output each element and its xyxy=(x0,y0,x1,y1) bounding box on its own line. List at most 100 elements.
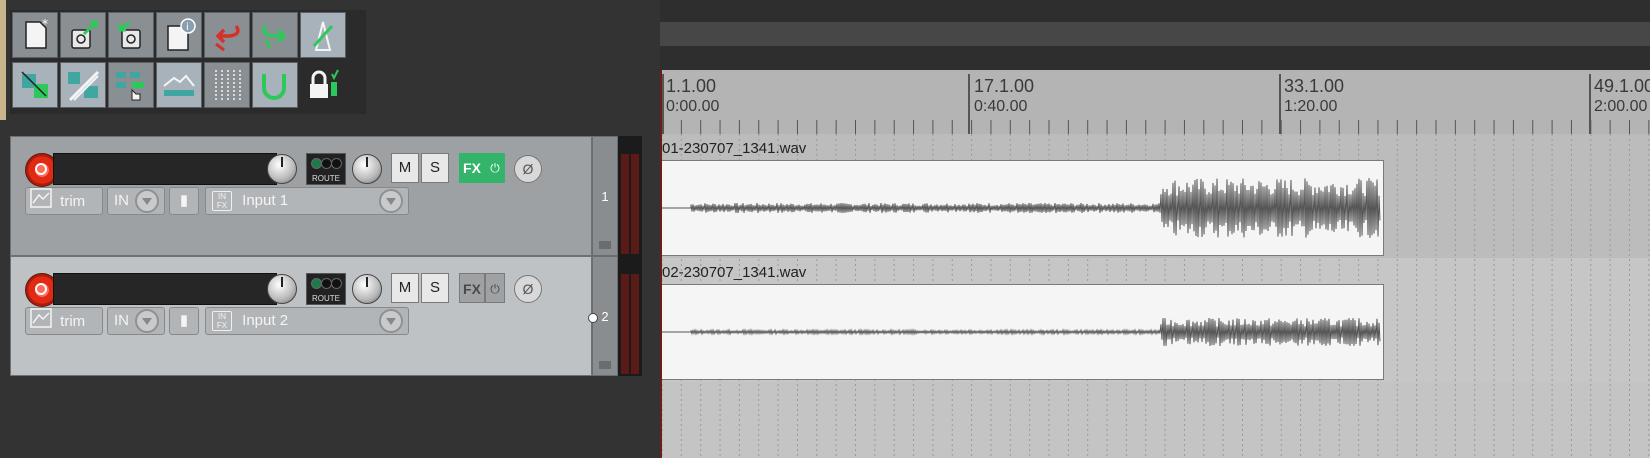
fx-button[interactable]: FX xyxy=(459,153,485,183)
item-grouping-icon xyxy=(116,72,144,101)
edit-cursor[interactable] xyxy=(660,70,662,458)
ruler-ticks xyxy=(661,120,1650,134)
track-2-number-strip[interactable]: 2 xyxy=(588,256,618,376)
project-settings-button[interactable]: i xyxy=(156,12,202,58)
phase-invert-button[interactable]: Ø xyxy=(514,155,542,183)
media-item-name: 01-230707_1341.wav xyxy=(662,140,807,157)
input-dropdown-icon[interactable] xyxy=(135,309,159,333)
ripple-edit-button[interactable] xyxy=(60,62,106,108)
envelope-points-icon xyxy=(163,74,195,96)
input-routing-icon: ▮ xyxy=(179,192,189,209)
phase-invert-button[interactable]: Ø xyxy=(514,275,542,303)
input-label: IN xyxy=(114,192,129,209)
power-icon: ⏻ xyxy=(490,161,500,175)
input-select-dropdown-icon[interactable] xyxy=(379,189,403,213)
mute-button[interactable]: M xyxy=(391,153,419,183)
input-dropdown-icon[interactable] xyxy=(135,189,159,213)
waveform xyxy=(661,178,1381,238)
input-routing-button[interactable]: ▮ xyxy=(169,187,199,215)
in-fx-icon: IN FX xyxy=(212,191,232,212)
automation-mode-button[interactable]: trim xyxy=(25,307,103,335)
route-button[interactable]: ROUTE xyxy=(306,153,346,185)
fx-button[interactable]: FX xyxy=(459,273,485,303)
automation-label: trim xyxy=(60,193,86,211)
power-icon: ⏻ xyxy=(490,282,500,296)
route-label: ROUTE xyxy=(312,294,340,303)
timeline-ruler[interactable]: 1.1.00 0:00.00 17.1.00 0:40.00 33.1.00 1… xyxy=(660,70,1650,134)
input-routing-icon: ▮ xyxy=(179,312,189,329)
folder-icon xyxy=(599,361,611,369)
waveform-path xyxy=(661,318,1381,346)
pan-knob[interactable] xyxy=(352,154,382,184)
track-1-meter xyxy=(618,136,642,256)
automation-mode-button[interactable]: trim xyxy=(25,187,103,215)
route-led xyxy=(331,278,342,289)
envelope-icon xyxy=(30,308,52,337)
media-item-name: 02-230707_1341.wav xyxy=(662,264,807,281)
meter-left-channel xyxy=(621,274,629,374)
new-project-button[interactable]: * xyxy=(12,12,58,58)
track-number: 2 xyxy=(601,309,609,324)
waveform-path xyxy=(661,178,1381,238)
undo-icon xyxy=(215,24,240,52)
metronome-icon xyxy=(312,21,334,51)
undo-button[interactable] xyxy=(204,12,250,58)
track-1-number-strip[interactable]: 1 xyxy=(592,136,618,256)
track-name-field[interactable] xyxy=(53,153,277,185)
ripple-edit-icon xyxy=(68,70,100,102)
snap-button[interactable] xyxy=(12,62,58,108)
route-button[interactable]: ROUTE xyxy=(306,273,346,305)
snap-icon xyxy=(21,71,48,98)
fx-bypass-button[interactable]: ⏻ xyxy=(485,273,505,303)
media-item-1[interactable] xyxy=(660,160,1384,256)
grid-icon xyxy=(215,70,241,100)
save-project-icon xyxy=(118,20,141,49)
track-1-header[interactable]: ROUTE M S FX ⏻ Ø trim IN ▮ IN FX Input 1 xyxy=(10,136,592,256)
redo-icon xyxy=(262,24,287,49)
envelope-icon xyxy=(30,188,52,217)
track-name-field[interactable] xyxy=(53,273,277,305)
solo-button[interactable]: S xyxy=(421,153,449,183)
input-name: Input 1 xyxy=(242,192,289,209)
input-routing-button[interactable]: ▮ xyxy=(169,307,199,335)
save-project-button[interactable] xyxy=(108,12,154,58)
automation-label: trim xyxy=(60,313,86,331)
meter-right-channel xyxy=(631,154,639,254)
grid-button[interactable] xyxy=(204,62,250,108)
waveform xyxy=(661,318,1381,346)
track-2-header[interactable]: ROUTE M S FX ⏻ Ø trim IN ▮ IN FX Input 2 xyxy=(10,256,592,376)
fx-bypass-button[interactable]: ⏻ xyxy=(485,153,505,183)
media-item-2[interactable] xyxy=(660,284,1384,380)
folder-icon xyxy=(599,241,611,249)
solo-button[interactable]: S xyxy=(421,273,449,303)
arrange-view[interactable]: 1.1.00 0:00.00 17.1.00 0:40.00 33.1.00 1… xyxy=(660,0,1650,458)
main-toolbar: * i xyxy=(10,10,366,114)
loop-selection-bar[interactable] xyxy=(660,22,1650,46)
lock-icon xyxy=(310,69,339,98)
volume-knob[interactable] xyxy=(267,154,297,184)
volume-knob[interactable] xyxy=(267,274,297,304)
loop-button[interactable] xyxy=(252,62,298,108)
item-grouping-button[interactable] xyxy=(108,62,154,108)
input-name: Input 2 xyxy=(242,312,289,329)
pan-knob[interactable] xyxy=(352,274,382,304)
route-led xyxy=(331,158,342,169)
open-project-button[interactable] xyxy=(60,12,106,58)
input-select-dropdown-icon[interactable] xyxy=(379,309,403,333)
input-label: IN xyxy=(114,312,129,329)
loop-icon xyxy=(262,74,286,100)
new-project-icon: * xyxy=(25,17,48,49)
svg-text:*: * xyxy=(42,17,48,31)
track-control-panel: ROUTE M S FX ⏻ Ø trim IN ▮ IN FX Input 1 … xyxy=(0,120,660,458)
meter-right-channel xyxy=(631,274,639,374)
mute-button[interactable]: M xyxy=(391,273,419,303)
redo-button[interactable] xyxy=(252,12,298,58)
track-lanes[interactable]: 01-230707_1341.wav 02-230707_1341.wav xyxy=(660,134,1650,458)
project-settings-icon: i xyxy=(167,18,196,51)
envelope-points-button[interactable] xyxy=(156,62,202,108)
track-2-meter xyxy=(618,256,642,376)
lock-button[interactable] xyxy=(300,62,346,108)
meter-left-channel xyxy=(621,154,629,254)
metronome-button[interactable] xyxy=(300,12,346,58)
open-project-icon xyxy=(71,20,98,49)
